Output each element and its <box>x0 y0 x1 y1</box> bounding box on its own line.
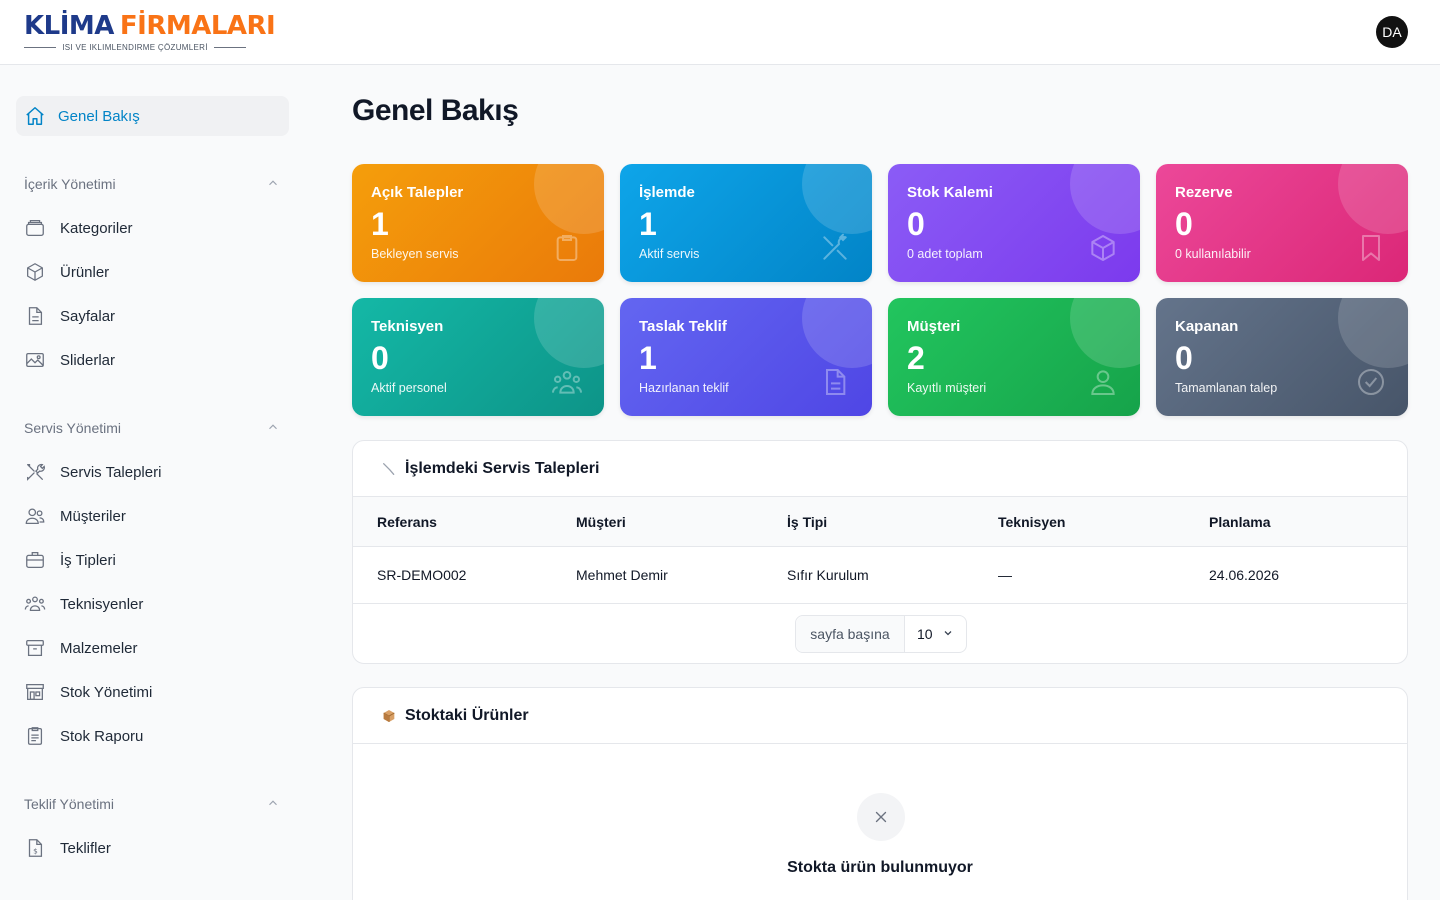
clipboard-icon <box>551 232 583 264</box>
table-row[interactable]: SR-DEMO002 Mehmet Demir Sıfır Kurulum — … <box>353 547 1407 604</box>
stat-card-musteri[interactable]: Müşteri 2 Kayıtlı müşteri <box>888 298 1140 416</box>
panel-title: İşlemdeki Servis Talepleri <box>405 459 600 477</box>
sidebar-item-urunler[interactable]: Ürünler <box>24 254 288 290</box>
panel-header: İşlemdeki Servis Talepleri <box>353 441 1407 497</box>
wrench-icon <box>819 232 851 264</box>
stat-card-teknisyen[interactable]: Teknisyen 0 Aktif personel <box>352 298 604 416</box>
sidebar-item-malzemeler[interactable]: Malzemeler <box>24 630 288 666</box>
folder-icon <box>24 217 46 239</box>
logo-tagline: ISI VE IKLIMLENDIRME ÇÖZUMLERİ <box>24 43 246 52</box>
home-icon <box>24 105 46 127</box>
close-icon <box>857 793 905 841</box>
sidebar-item-teknisyenler[interactable]: Teknisyenler <box>24 586 288 622</box>
sidebar-item-sliderlar[interactable]: Sliderlar <box>24 342 288 378</box>
archive-icon <box>24 637 46 659</box>
column-musteri[interactable]: Müşteri <box>576 497 626 546</box>
document-icon <box>819 366 851 398</box>
column-planlama[interactable]: Planlama <box>1209 497 1270 546</box>
cell-teknisyen: — <box>998 567 1012 583</box>
stat-card-taslak-teklif[interactable]: Taslak Teklif 1 Hazırlanan teklif <box>620 298 872 416</box>
stat-card-islemde[interactable]: İşlemde 1 Aktif servis <box>620 164 872 282</box>
sidebar-item-stok-raporu[interactable]: Stok Raporu <box>24 718 288 754</box>
column-referans[interactable]: Referans <box>377 497 437 546</box>
table-header: Referans Müşteri İş Tipi Teknisyen Planl… <box>353 497 1407 547</box>
stat-card-acik-talepler[interactable]: Açık Talepler 1 Bekleyen servis <box>352 164 604 282</box>
sidebar-item-teklifler[interactable]: $ Teklifler <box>24 830 288 866</box>
cell-musteri: Mehmet Demir <box>576 567 668 583</box>
chevron-down-icon <box>942 626 954 642</box>
chevron-up-icon <box>266 420 280 437</box>
wrench-icon <box>381 461 397 477</box>
store-icon <box>24 681 46 703</box>
stat-card-rezerve[interactable]: Rezerve 0 0 kullanılabilir <box>1156 164 1408 282</box>
sidebar-item-sayfalar[interactable]: Sayfalar <box>24 298 288 334</box>
invoice-icon: $ <box>24 837 46 859</box>
user-avatar[interactable]: DA <box>1376 16 1408 48</box>
tools-icon <box>24 461 46 483</box>
page-title: Genel Bakış <box>352 94 519 127</box>
panel-header: Stoktaki Ürünler <box>353 688 1407 744</box>
column-is-tipi[interactable]: İş Tipi <box>787 497 827 546</box>
check-circle-icon <box>1355 366 1387 398</box>
cell-referans: SR-DEMO002 <box>377 567 467 583</box>
cell-is-tipi: Sıfır Kurulum <box>787 567 869 583</box>
user-icon <box>1087 366 1119 398</box>
section-icerik-yonetimi[interactable]: İçerik Yönetimi <box>24 173 280 195</box>
users-icon <box>24 505 46 527</box>
sidebar: Genel Bakış İçerik Yönetimi Kategoriler … <box>0 65 305 900</box>
logo[interactable]: KLİMA FİRMALARI ISI VE IKLIMLENDIRME ÇÖZU… <box>24 8 276 56</box>
package-icon <box>381 708 397 724</box>
sidebar-item-genel-bakis[interactable]: Genel Bakış <box>16 96 289 136</box>
column-teknisyen[interactable]: Teknisyen <box>998 497 1065 546</box>
cube-icon <box>24 261 46 283</box>
sidebar-item-stok-yonetimi[interactable]: Stok Yönetimi <box>24 674 288 710</box>
per-page-label: sayfa başına <box>796 616 905 652</box>
per-page-select[interactable]: 10 <box>905 616 966 652</box>
bookmark-icon <box>1355 232 1387 264</box>
sidebar-item-is-tipleri[interactable]: İş Tipleri <box>24 542 288 578</box>
stat-card-kapanan[interactable]: Kapanan 0 Tamamlanan talep <box>1156 298 1408 416</box>
service-requests-panel: İşlemdeki Servis Talepleri Referans Müşt… <box>352 440 1408 664</box>
logo-wordmark: KLİMA FİRMALARI <box>24 11 276 41</box>
clipboard-icon <box>24 725 46 747</box>
stat-card-stok-kalemi[interactable]: Stok Kalemi 0 0 adet toplam <box>888 164 1140 282</box>
sidebar-item-servis-talepleri[interactable]: Servis Talepleri <box>24 454 288 490</box>
chevron-up-icon <box>266 176 280 193</box>
image-icon <box>24 349 46 371</box>
team-icon <box>24 593 46 615</box>
top-bar: KLİMA FİRMALARI ISI VE IKLIMLENDIRME ÇÖZU… <box>0 0 1440 65</box>
sidebar-item-musteriler[interactable]: Müşteriler <box>24 498 288 534</box>
svg-text:$: $ <box>33 847 38 856</box>
document-icon <box>24 305 46 327</box>
stock-products-panel: Stoktaki Ürünler Stokta ürün bulunmuyor <box>352 687 1408 900</box>
chevron-up-icon <box>266 796 280 813</box>
team-icon <box>551 366 583 398</box>
section-servis-yonetimi[interactable]: Servis Yönetimi <box>24 417 280 439</box>
sidebar-item-kategoriler[interactable]: Kategoriler <box>24 210 288 246</box>
per-page-selector[interactable]: sayfa başına 10 <box>795 615 967 653</box>
section-teklif-yonetimi[interactable]: Teklif Yönetimi <box>24 793 280 815</box>
panel-title: Stoktaki Ürünler <box>405 706 529 724</box>
cell-planlama: 24.06.2026 <box>1209 567 1280 583</box>
empty-state-text: Stokta ürün bulunmuyor <box>787 859 973 876</box>
cube-icon <box>1087 232 1119 264</box>
briefcase-icon <box>24 549 46 571</box>
